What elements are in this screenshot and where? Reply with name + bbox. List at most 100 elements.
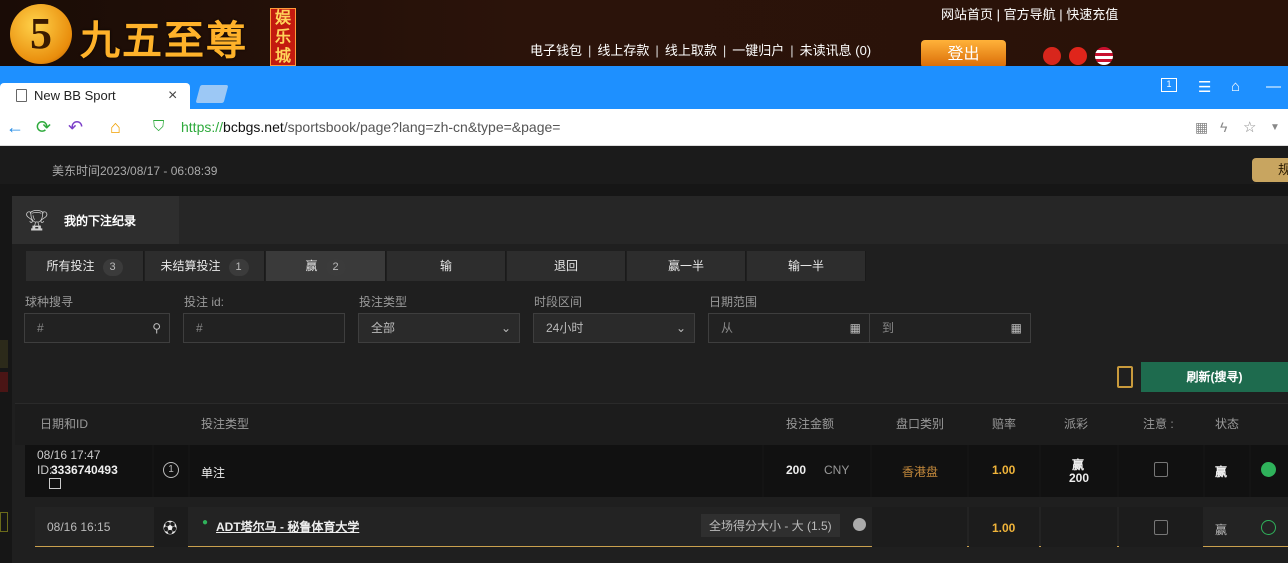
tab-won[interactable]: 赢2 [266,251,386,281]
bet-id-label: 投注 id: [184,295,225,309]
tab-count: 3 [102,259,123,276]
refresh-search-button[interactable]: 刷新(搜寻) [1141,362,1288,392]
date-from-input[interactable]: 从 ▦ [708,313,870,343]
us-flag-icon[interactable] [1095,47,1113,65]
my-bets-title: 我的下注纪录 [64,214,137,228]
bet-id: 3336740493 [51,463,118,477]
bet-id-input[interactable]: # [183,313,345,343]
url-path: /sportsbook/page?lang=zh-cn&type=&page= [283,119,561,135]
bet-currency: CNY [824,463,850,477]
leg-status: 赢 [1215,523,1228,537]
note-icon[interactable] [1154,520,1168,535]
browser-tab[interactable]: New BB Sport × [0,83,190,109]
cn-flag-icon[interactable] [1069,47,1087,65]
star-icon[interactable]: ☆ [1243,118,1256,136]
refresh-icon[interactable]: ⟳ [36,117,51,138]
tab-refund[interactable]: 退回 [507,251,626,281]
back-icon[interactable]: ← [6,117,24,138]
sport-search-placeholder: # [37,321,44,335]
new-tab-button[interactable] [195,85,229,103]
consolidate-link[interactable]: 一键归户 [732,43,784,58]
bet-odds: 1.00 [992,463,1016,477]
col-amount: 投注金额 [786,417,835,431]
tab-count: 1 [228,259,249,276]
date-from-placeholder: 从 [721,321,734,335]
tab-all-bets[interactable]: 所有投注 3 [26,251,144,281]
site-logo-tag: 娱乐城 [270,8,296,66]
match-link[interactable]: ADT塔尔马 - 秘鲁体育大学 [216,518,359,535]
leg-count-icon: 1 [163,462,179,478]
tab-label: 所有投注 [46,259,95,273]
market-badge: 全场得分大小 - 大 (1.5) [701,514,840,537]
messages-link[interactable]: 未读讯息 (0) [800,43,872,58]
tab-unsettled[interactable]: 未结算投注 1 [145,251,265,281]
col-bet-type: 投注类型 [201,417,250,431]
url-host: bcbgs.net [223,119,284,135]
lightning-icon[interactable]: ϟ [1220,119,1227,135]
chevron-down-icon: ⌄ [675,321,686,335]
url-scheme: https:// [181,119,224,135]
undo-icon[interactable]: ↶ [68,117,83,138]
skin-icon[interactable]: ⌂ [1231,78,1240,95]
date-to-placeholder: 到 [882,321,895,335]
col-odds: 赔率 [992,417,1017,431]
payout-amount: 200 [1069,471,1090,485]
period-select[interactable]: 24小时 ⌄ [533,313,695,343]
bet-type-label: 投注类型 [359,295,408,309]
menu-icon[interactable]: ☰ [1198,78,1211,96]
side-strip [0,340,8,368]
check-circle-icon [1261,520,1276,535]
sport-search-label: 球种搜寻 [25,295,74,309]
leg-odds: 1.00 [992,521,1016,535]
url-field[interactable]: https://bcbgs.net/sportsbook/page?lang=z… [181,119,560,135]
info-icon[interactable] [853,518,866,531]
qr-code-icon[interactable]: ▦ [1195,119,1208,136]
soccer-ball-icon: ⚽︎ [163,520,177,536]
tab-close-icon[interactable]: × [168,83,177,109]
site-header: 5 九五至尊 娱乐城 网站首页 | 官方导航 | 快速充值 电子钱包 | 线上存款 |… [0,0,1288,68]
wallet-link[interactable]: 电子钱包 [530,43,582,58]
bet-amount: 200 [786,463,807,477]
tab-label: 赢 [305,259,318,273]
tab-half-lost[interactable]: 输一半 [747,251,866,281]
col-payout: 派彩 [1064,417,1089,431]
odds-type: 香港盘 [902,465,939,479]
home-icon[interactable]: ⌂ [110,117,121,138]
col-odds-type: 盘口类别 [896,417,945,431]
copy-icon[interactable] [49,478,61,489]
calendar-icon: ▦ [1010,321,1022,335]
time-bar: 美东时间2023/08/17 - 06:08:39 [0,146,1288,184]
panel-header [12,196,1288,244]
shield-icon: ⛉ [153,118,165,135]
bet-type-value: 全部 [371,321,396,335]
tab-half-won[interactable]: 赢一半 [627,251,746,281]
trophy-icon: 🏆︎ [24,210,50,232]
chevron-down-icon: ⌄ [500,321,511,335]
minimize-icon[interactable]: — [1266,78,1281,95]
window-counter-icon[interactable]: 1 [1161,78,1177,92]
bet-type-select[interactable]: 全部 ⌄ [358,313,520,343]
withdraw-link[interactable]: 线上取款 [665,43,717,58]
top-links[interactable]: 网站首页 | 官方导航 | 快速充值 [941,4,1118,23]
bet-datetime: 08/16 17:47 [37,448,101,462]
sport-search-input[interactable]: # ⚲ [24,313,170,343]
tab-label: 赢一半 [667,259,704,273]
rules-button[interactable]: 规 [1252,158,1288,182]
tab-label: 退回 [553,259,578,273]
date-range-label: 日期范围 [709,295,758,309]
chevron-down-icon[interactable]: ▼ [1270,122,1280,133]
notepad-icon[interactable] [1117,366,1133,388]
logout-button[interactable]: 登出 [921,40,1006,68]
period-label: 时段区间 [534,295,583,309]
check-circle-icon [1261,462,1276,477]
note-icon[interactable] [1154,462,1168,477]
leg-odds-type-cell [872,507,967,547]
date-to-input[interactable]: 到 ▦ [869,313,1031,343]
hk-flag-icon[interactable] [1043,47,1061,65]
deposit-link[interactable]: 线上存款 [597,43,649,58]
leg-datetime: 08/16 16:15 [47,520,111,534]
browser-tab-bar: New BB Sport × 1 ☰ ⌂ — [0,66,1288,109]
document-icon [16,89,27,102]
tab-label: 未结算投注 [160,259,221,273]
tab-lost[interactable]: 输 [387,251,506,281]
